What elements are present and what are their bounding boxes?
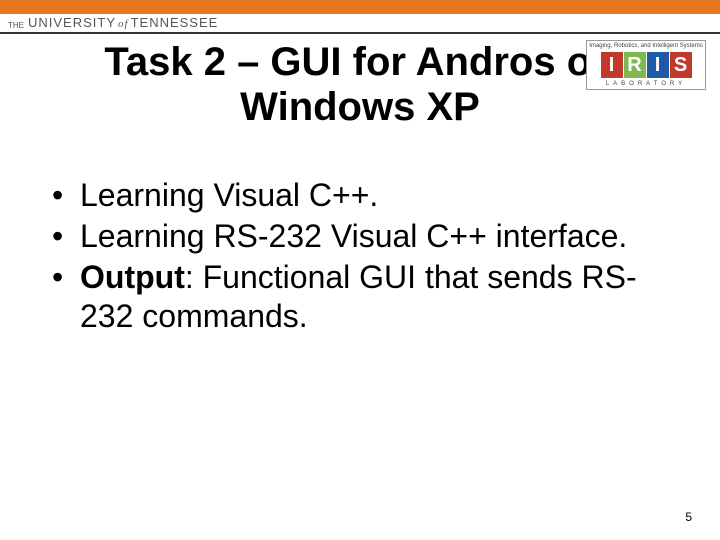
logo-letter-i1: I	[601, 52, 623, 78]
iris-logo: Imaging, Robotics, and Intelligent Syste…	[586, 40, 706, 90]
bullet-prefix-bold: Output	[80, 259, 185, 295]
logo-bottom-text: LABORATORY	[587, 81, 705, 89]
uni-university: UNIVERSITY	[28, 15, 116, 30]
bullet-item: • Output: Functional GUI that sends RS-2…	[52, 258, 670, 336]
slide: THE UNIVERSITY of TENNESSEE Task 2 – GUI…	[0, 0, 720, 540]
title-region: Task 2 – GUI for Andros on Windows XP Im…	[0, 34, 720, 130]
bullet-dot-icon: •	[52, 176, 80, 215]
bullet-dot-icon: •	[52, 217, 80, 256]
bullet-text: Learning Visual C++.	[80, 176, 670, 215]
uni-of: of	[118, 18, 129, 30]
page-number: 5	[685, 510, 692, 524]
logo-top-text: Imaging, Robotics, and Intelligent Syste…	[587, 41, 705, 49]
logo-letter-r: R	[624, 52, 646, 78]
university-bar: THE UNIVERSITY of TENNESSEE	[0, 14, 720, 34]
logo-letters: I R I S	[587, 49, 705, 81]
logo-letter-i2: I	[647, 52, 669, 78]
top-orange-bar	[0, 0, 720, 14]
bullet-dot-icon: •	[52, 258, 80, 336]
bullet-text: Learning RS-232 Visual C++ interface.	[80, 217, 670, 256]
bullet-item: • Learning Visual C++.	[52, 176, 670, 215]
bullet-text: Output: Functional GUI that sends RS-232…	[80, 258, 670, 336]
uni-tennessee: TENNESSEE	[131, 15, 219, 30]
uni-the: THE	[8, 21, 24, 30]
bullet-item: • Learning RS-232 Visual C++ interface.	[52, 217, 670, 256]
body-text: • Learning Visual C++. • Learning RS-232…	[0, 130, 720, 336]
logo-letter-s: S	[670, 52, 692, 78]
